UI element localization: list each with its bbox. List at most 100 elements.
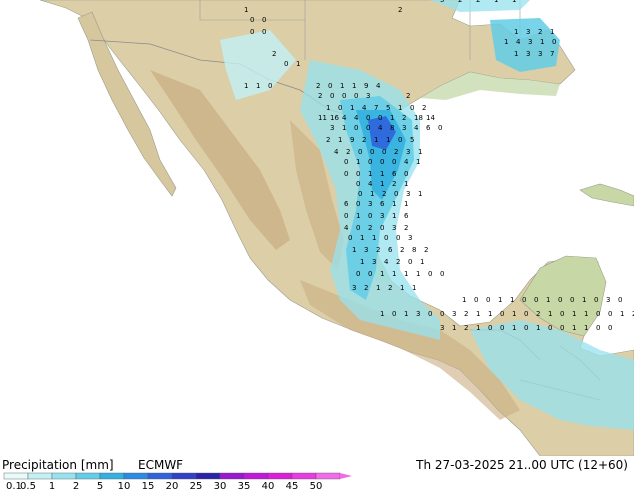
precip-value-label: 3 — [526, 50, 530, 58]
legend-swatch — [291, 472, 317, 480]
precip-value-label: 1 — [504, 38, 508, 46]
legend-swatch — [219, 472, 245, 480]
precip-value-label: 9 — [350, 136, 354, 144]
precip-value-label: 0 — [440, 310, 444, 318]
precip-value-label: 1 — [412, 284, 416, 292]
precip-value-label: 0 — [370, 148, 374, 156]
precip-value-label: 1 — [386, 136, 390, 144]
precip-value-label: 0 — [394, 190, 398, 198]
legend-swatch — [243, 472, 269, 480]
precip-value-label: 11 — [318, 114, 327, 122]
precip-value-label: 0 — [486, 296, 490, 304]
precip-value-label: 0 — [500, 310, 504, 318]
precip-value-label: 2 — [394, 148, 398, 156]
precip-value-label: 1 — [376, 284, 380, 292]
precip-value-label: 9 — [364, 82, 368, 90]
precip-value-label: 6 — [344, 200, 349, 208]
precip-value-label: 0 — [396, 234, 400, 242]
precip-value-label: 4 — [384, 258, 389, 266]
precip-value-label: 3 — [380, 212, 384, 220]
precip-value-label: 1 — [380, 170, 384, 178]
precip-value-label: 4 — [516, 38, 521, 46]
precip-value-label: 0 — [358, 190, 362, 198]
precip-value-label: 1 — [510, 296, 514, 304]
precip-value-label: 1 — [398, 104, 402, 112]
color-scale-legend: 0.10.5 1 2 5 10 15 20 25 30 35 40 45 50 — [3, 472, 352, 490]
precip-value-label: 5 — [410, 136, 414, 144]
precip-value-label: 4 — [354, 114, 359, 122]
precip-value-label: 0 — [534, 296, 538, 304]
precip-value-label: 2 — [316, 82, 320, 90]
precip-value-label: 0 — [398, 136, 402, 144]
precip-value-label: 1 — [550, 28, 554, 36]
precip-value-label: 4 — [378, 124, 383, 132]
legend-swatch — [267, 472, 293, 480]
precip-value-label: 2 — [538, 28, 542, 36]
precip-value-label: 0 — [344, 158, 348, 166]
precip-value-label: 1 — [584, 324, 588, 332]
legend-swatch — [123, 472, 149, 480]
precip-value-label: 0 — [608, 310, 612, 318]
precip-value-label: 0 — [250, 28, 254, 36]
precip-value-label: 0 — [552, 38, 556, 46]
precip-value-label: 1 — [370, 190, 374, 198]
precip-value-label: 3 — [606, 296, 610, 304]
precip-value-label: 2 — [398, 6, 402, 14]
precip-value-label: 6 — [404, 212, 409, 220]
legend-tick-label: 0.5 — [20, 481, 36, 490]
precip-value-label: 0 — [356, 170, 360, 178]
precip-value-label: 1 — [548, 310, 552, 318]
precip-value-label: 6 — [380, 200, 385, 208]
precip-value-label: 2 — [382, 190, 386, 198]
precip-value-label: 0 — [356, 200, 360, 208]
precip-value-label: 1 — [404, 310, 408, 318]
precip-value-label: 0 — [330, 92, 334, 100]
precip-value-label: 1 — [572, 310, 576, 318]
precip-value-label: 4 — [344, 224, 349, 232]
precip-value-label: 2 — [536, 310, 540, 318]
precip-value-label: 1 — [498, 296, 502, 304]
precipitation-map[interactable]: 1252211000020113211431013371102011942000… — [0, 0, 634, 456]
precip-value-label: 2 — [376, 246, 380, 254]
precip-value-label: 0 — [250, 16, 254, 24]
precip-value-label: 1 — [368, 170, 372, 178]
legend-tick-label: 45 — [286, 481, 299, 490]
precip-value-label: 0 — [366, 114, 370, 122]
precip-value-label: 2 — [326, 136, 330, 144]
precip-value-label: 0 — [570, 296, 574, 304]
precip-value-label: 4 — [334, 148, 339, 156]
precip-value-label: 3 — [372, 258, 376, 266]
precip-value-label: 0 — [354, 124, 358, 132]
precip-value-label: 8 — [390, 124, 394, 132]
precip-value-label: 0 — [366, 124, 370, 132]
precip-value-label: 1 — [418, 190, 422, 198]
legend-swatch — [27, 472, 53, 480]
precip-value-label: 1 — [418, 148, 422, 156]
precip-value-label: 1 — [360, 234, 364, 242]
precip-value-label: 0 — [348, 234, 352, 242]
precip-value-label: 2 — [464, 324, 468, 332]
precip-value-label: 1 — [620, 310, 624, 318]
precip-value-label: 1 — [390, 114, 394, 122]
precip-value-label: 2 — [422, 104, 426, 112]
precip-value-label: 1 — [540, 38, 544, 46]
precip-value-label: 1 — [326, 104, 330, 112]
precip-value-label: 7 — [374, 104, 378, 112]
precip-value-label: 0 — [344, 212, 348, 220]
precip-value-label: 1 — [572, 324, 576, 332]
precip-value-label: 1 — [512, 324, 516, 332]
precip-value-label: 0 — [392, 158, 396, 166]
legend-swatch — [3, 472, 29, 480]
precip-value-label: 0 — [428, 310, 432, 318]
precip-value-label: 0 — [328, 82, 332, 90]
precip-value-label: 0 — [428, 270, 432, 278]
precip-value-label: 2 — [424, 246, 428, 254]
precip-value-label: 0 — [474, 296, 478, 304]
precip-value-label: 0 — [356, 180, 360, 188]
precip-value-label: 1 — [392, 212, 396, 220]
legend-tick-label: 1 — [49, 481, 55, 490]
precip-value-label: 0 — [384, 234, 388, 242]
precip-value-label: 1 — [352, 246, 356, 254]
precip-value-label: 1 — [296, 60, 300, 68]
precip-value-label: 0 — [618, 296, 622, 304]
